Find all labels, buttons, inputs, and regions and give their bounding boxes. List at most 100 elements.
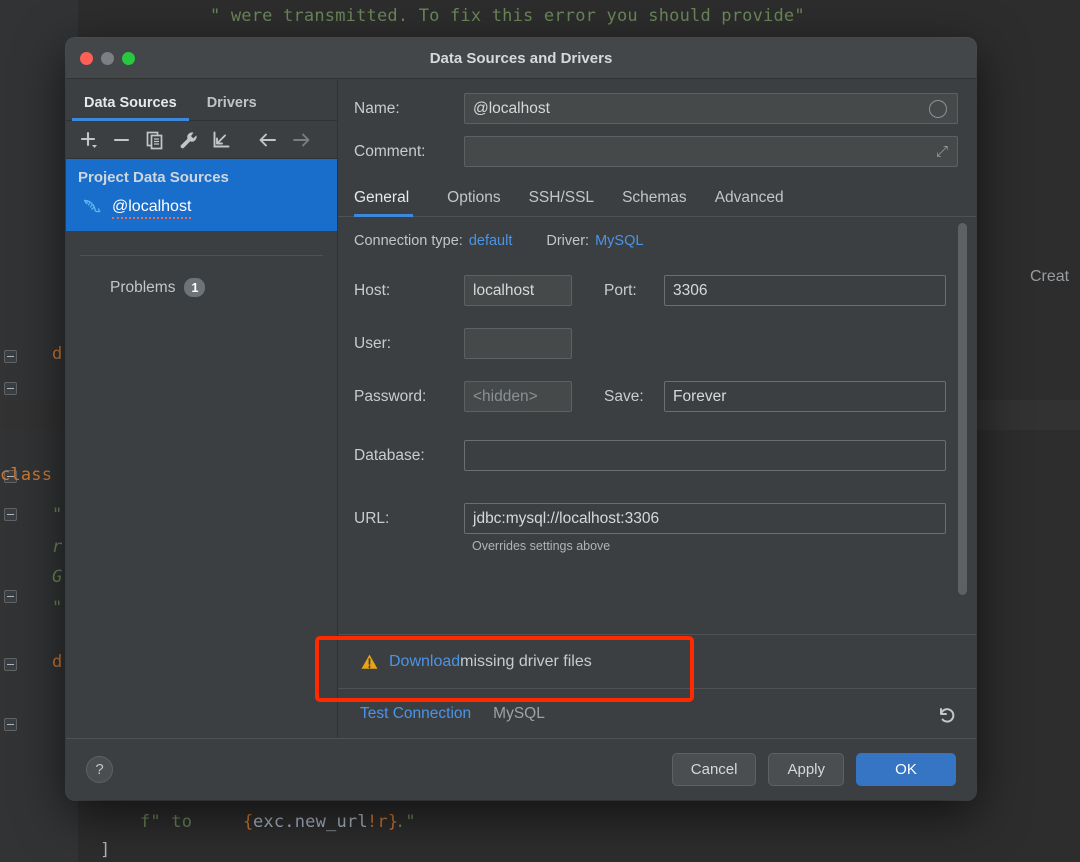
code-fold-marker[interactable]	[4, 658, 17, 671]
code-line: " were transmitted. To fix this error yo…	[210, 6, 805, 26]
name-row: Name: @localhost	[354, 93, 958, 124]
tab-data-sources[interactable]: Data Sources	[72, 95, 189, 121]
footer-driver-name: MySQL	[493, 704, 545, 722]
dialog-titlebar[interactable]: Data Sources and Drivers	[66, 38, 976, 79]
warning-rest-text: missing driver files	[460, 652, 592, 670]
password-placeholder: <hidden>	[473, 387, 538, 405]
database-row: Database:	[354, 440, 976, 471]
save-select[interactable]: Forever	[664, 381, 946, 412]
port-label: Port:	[604, 281, 637, 299]
code-fold-marker[interactable]	[4, 718, 17, 731]
ok-button[interactable]: OK	[856, 753, 956, 786]
code-line: f" to	[140, 812, 203, 832]
save-label: Save:	[604, 387, 644, 405]
remove-icon[interactable]	[107, 126, 137, 154]
host-label: Host:	[354, 281, 391, 299]
apply-button[interactable]: Apply	[768, 753, 844, 786]
tree-node-localhost[interactable]: @localhost	[66, 192, 337, 227]
problems-count-badge: 1	[184, 278, 206, 297]
code-fold-marker[interactable]	[4, 382, 17, 395]
dialog-title: Data Sources and Drivers	[429, 49, 613, 67]
forward-arrow-icon[interactable]	[286, 126, 316, 154]
tree-group-label: Project Data Sources	[78, 169, 229, 186]
test-connection-link[interactable]: Test Connection	[360, 705, 471, 723]
dialog-footer: ? Cancel Apply OK	[66, 738, 976, 800]
sidebar-panel: Data Sources Drivers Project Data Source…	[66, 79, 338, 738]
port-input[interactable]: 3306	[664, 275, 946, 306]
code-line: r	[52, 537, 63, 557]
driver-label: Driver:	[546, 233, 590, 249]
comment-input[interactable]: ⤢	[464, 136, 958, 167]
name-value: @localhost	[473, 99, 550, 117]
password-input[interactable]: <hidden>	[464, 381, 572, 412]
form-panel: Name: @localhost Comment: ⤢ General Opti…	[338, 79, 976, 738]
password-label: Password:	[354, 387, 427, 405]
mysql-dolphin-icon	[82, 196, 103, 220]
user-label: User:	[354, 334, 392, 352]
connection-footer: Test Connection MySQL	[338, 688, 976, 738]
code-fold-marker[interactable]	[4, 508, 17, 521]
code-line: "	[52, 598, 63, 618]
url-input[interactable]: jdbc:mysql://localhost:3306	[464, 503, 946, 534]
user-row: User:	[354, 328, 976, 359]
dialog-body: Data Sources Drivers Project Data Source…	[66, 79, 976, 738]
tab-ssh-ssl[interactable]: SSH/SSL	[515, 189, 608, 216]
tab-schemas[interactable]: Schemas	[608, 189, 701, 216]
tab-options[interactable]: Options	[433, 189, 514, 216]
code-line: ]	[100, 840, 111, 860]
form-tabs: General Options SSH/SSL Schemas Advanced	[338, 179, 976, 217]
data-sources-tree: Project Data Sources @localhost Problems…	[66, 159, 337, 738]
expand-icon[interactable]: ⤢	[936, 143, 948, 160]
circle-icon[interactable]	[929, 99, 947, 118]
name-input[interactable]: @localhost	[464, 93, 958, 124]
add-icon[interactable]	[74, 126, 104, 154]
tab-general[interactable]: General	[354, 189, 423, 217]
database-input[interactable]	[464, 440, 946, 471]
sidebar-tabs: Data Sources Drivers	[66, 79, 337, 121]
host-port-row: Host: localhost Port: 3306	[354, 275, 976, 306]
download-driver-link[interactable]: Download	[389, 653, 460, 671]
problems-label: Problems	[110, 278, 176, 296]
tree-group-project-data-sources[interactable]: Project Data Sources @localhost	[66, 159, 337, 231]
import-icon[interactable]	[206, 126, 236, 154]
code-line: "	[52, 505, 63, 525]
url-label: URL:	[354, 509, 390, 527]
host-input[interactable]: localhost	[464, 275, 572, 306]
duplicate-icon[interactable]	[140, 126, 170, 154]
code-line: class	[0, 465, 53, 485]
code-line: !r}	[367, 812, 399, 832]
tab-drivers[interactable]: Drivers	[195, 95, 269, 120]
comment-label: Comment:	[354, 142, 426, 160]
connection-type-value[interactable]: default	[469, 233, 513, 249]
form-scroll-area: Connection type: default Driver: MySQL H…	[338, 217, 976, 634]
back-arrow-icon[interactable]	[253, 126, 283, 154]
code-line: ."	[395, 812, 416, 832]
user-input[interactable]	[464, 328, 572, 359]
background-right-label: Creat	[1030, 268, 1070, 285]
tab-advanced[interactable]: Advanced	[701, 189, 798, 216]
warning-triangle-icon	[360, 653, 379, 671]
cancel-button[interactable]: Cancel	[671, 753, 757, 786]
driver-value[interactable]: MySQL	[595, 233, 643, 249]
url-row: URL: jdbc:mysql://localhost:3306	[354, 503, 976, 534]
code-line: exc.new_url	[253, 812, 368, 832]
sidebar-toolbar	[66, 121, 337, 159]
tree-node-label: @localhost	[112, 198, 192, 219]
database-label: Database:	[354, 446, 425, 464]
form-scrollbar[interactable]	[958, 223, 967, 595]
form-header: Name: @localhost Comment: ⤢	[338, 79, 976, 179]
data-sources-dialog: Data Sources and Drivers Data Sources Dr…	[66, 38, 976, 800]
problems-row[interactable]: Problems 1	[66, 256, 337, 297]
footer-buttons: Cancel Apply OK	[671, 753, 956, 786]
help-button[interactable]: ?	[86, 756, 113, 783]
code-fold-marker[interactable]	[4, 350, 17, 363]
url-note: Overrides settings above	[472, 539, 611, 553]
wrench-icon[interactable]	[173, 126, 203, 154]
code-fold-marker[interactable]	[4, 590, 17, 603]
name-label: Name:	[354, 99, 400, 117]
connection-type-label: Connection type:	[354, 233, 463, 249]
comment-row: Comment: ⤢	[354, 136, 958, 167]
connection-meta-row: Connection type: default Driver: MySQL	[354, 233, 976, 249]
revert-icon[interactable]	[934, 703, 958, 725]
driver-warning-row: Download missing driver files	[338, 634, 976, 688]
